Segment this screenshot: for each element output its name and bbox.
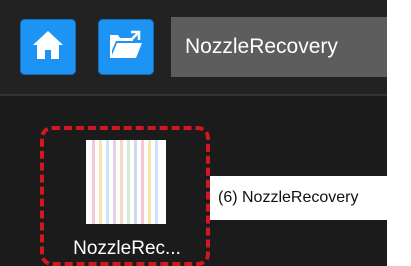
folder-open-icon <box>107 29 145 66</box>
callout-label: (6) NozzleRecovery <box>210 176 410 220</box>
nozzle-pattern-thumbnail <box>86 140 166 224</box>
open-folder-button[interactable] <box>98 19 154 75</box>
home-icon <box>30 28 66 67</box>
current-path-field[interactable]: NozzleRecovery <box>171 17 387 77</box>
file-tile-nozzle-recovery[interactable]: NozzleRec... <box>47 130 207 266</box>
home-button[interactable] <box>20 19 76 75</box>
app-screen: NozzleRecovery NozzleRec... <box>0 0 387 266</box>
toolbar: NozzleRecovery <box>0 0 387 96</box>
file-tile-label: NozzleRec... <box>73 238 181 259</box>
